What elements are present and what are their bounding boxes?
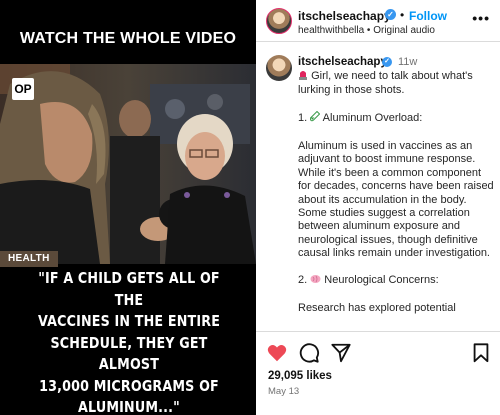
video-panel[interactable]: WATCH THE WHOLE VIDEO OP HEALTH "IF A CH…: [0, 0, 256, 415]
likes-count[interactable]: 29,095 likes: [268, 370, 332, 382]
section-body: Research has explored potential: [298, 301, 456, 314]
share-icon[interactable]: [330, 342, 352, 364]
section-body: Aluminum is used in vaccines as an adjuv…: [298, 140, 494, 260]
video-header-text: WATCH THE WHOLE VIDEO: [19, 30, 237, 47]
category-tag: HEALTH: [0, 251, 58, 267]
comment-icon[interactable]: [298, 342, 320, 364]
brain-icon: [310, 274, 321, 288]
section-title: 2. Neurological Concerns:: [298, 274, 439, 286]
quote-line: "IF A CHILD GETS ALL OF THE: [38, 269, 220, 309]
separator-dot: •: [400, 8, 405, 22]
follow-button[interactable]: Follow: [409, 9, 447, 23]
bookmark-icon[interactable]: [470, 342, 492, 364]
caption-timestamp[interactable]: 11w: [398, 56, 417, 68]
quote-line: ALUMINUM...": [78, 398, 180, 415]
video-frame[interactable]: W: [0, 64, 256, 264]
video-quote: "IF A CHILD GETS ALL OF THE VACCINES IN …: [28, 268, 230, 415]
section-title: 1. Aluminum Overload:: [298, 110, 422, 126]
video-scene-illustration: W: [0, 64, 256, 264]
post-header: itschelseachapy ✓ • Follow healthwithbel…: [256, 0, 500, 42]
siren-icon: [298, 69, 308, 84]
quote-line: VACCINES IN THE ENTIRE: [37, 312, 221, 330]
test-tube-icon: [309, 110, 321, 126]
post-side-panel: itschelseachapy ✓ • Follow healthwithbel…: [256, 0, 500, 415]
caption-line: Girl, we need to talk about what's lurki…: [298, 70, 473, 97]
verified-badge-icon: ✓: [382, 57, 392, 67]
header-username[interactable]: itschelseachapy: [298, 9, 391, 23]
heart-icon[interactable]: [266, 342, 288, 364]
caption-area: itschelseachapy ✓ 11w Girl, we need to t…: [256, 43, 500, 331]
verified-badge-icon: ✓: [385, 9, 396, 20]
more-options-button[interactable]: •••: [472, 10, 490, 26]
caption-username[interactable]: itschelseachapy: [298, 56, 387, 68]
action-bar: 29,095 likes May 13: [256, 331, 500, 415]
avatar[interactable]: [266, 8, 292, 34]
caption-avatar[interactable]: [266, 55, 292, 81]
post-date[interactable]: May 13: [268, 386, 299, 397]
op-logo: OP: [12, 78, 34, 100]
caption-text: Girl, we need to talk about what's lurki…: [298, 69, 494, 315]
quote-line: 13,000 MICROGRAMS OF: [39, 376, 219, 395]
quote-line: SCHEDULE, THEY GET ALMOST: [50, 333, 208, 374]
header-subline[interactable]: healthwithbella • Original audio: [298, 25, 435, 36]
